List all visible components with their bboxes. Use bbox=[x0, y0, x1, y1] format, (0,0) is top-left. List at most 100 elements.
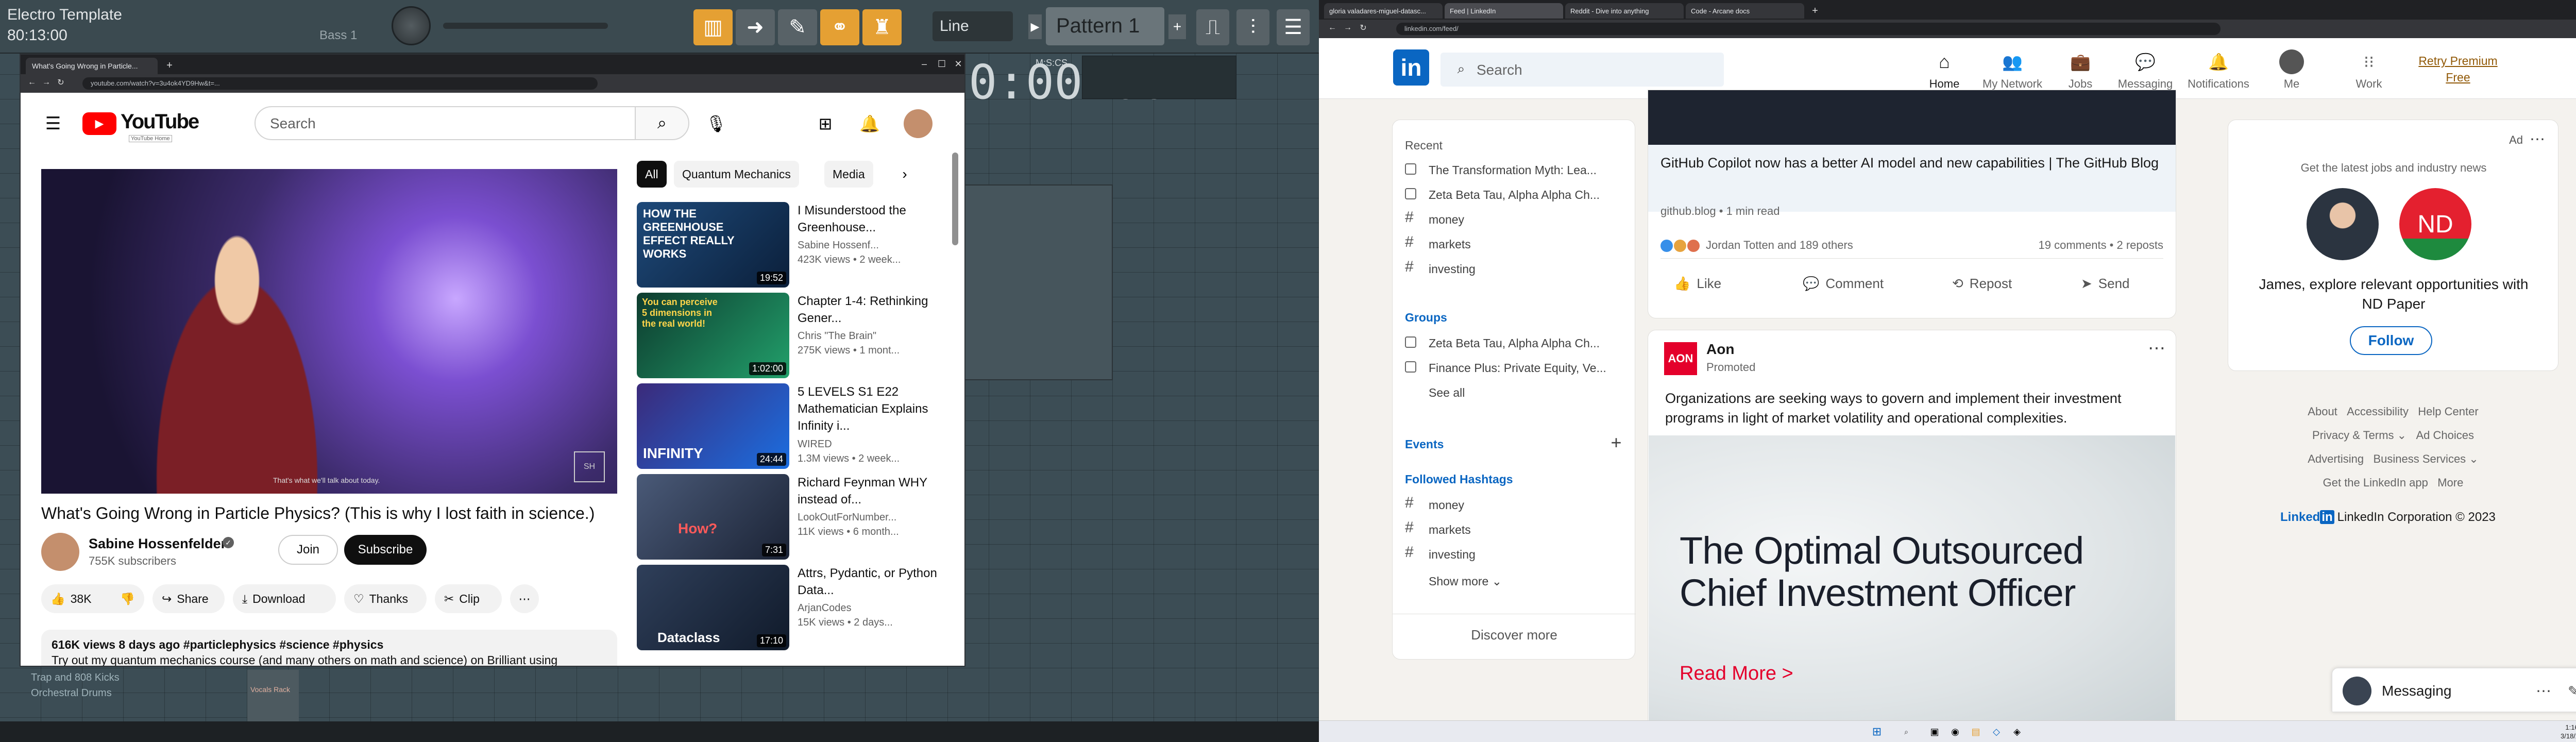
thumbs-down-icon[interactable]: 👎 bbox=[120, 592, 135, 606]
description-box[interactable]: 616K views 8 days ago #particlephysics #… bbox=[41, 630, 617, 666]
recent-item[interactable]: money bbox=[1429, 213, 1614, 227]
recent-item[interactable]: Zeta Beta Tau, Alpha Alpha Ch... bbox=[1429, 188, 1614, 202]
more-options-icon[interactable]: ⋯ bbox=[2533, 682, 2554, 700]
premium-link[interactable]: Retry Premium Free bbox=[2414, 53, 2502, 86]
hashtag-item[interactable]: money bbox=[1429, 498, 1614, 512]
group-item[interactable]: Finance Plus: Private Equity, Ve... bbox=[1429, 361, 1614, 375]
post-image[interactable] bbox=[1648, 90, 2176, 145]
jobs-icon[interactable]: 💼 bbox=[2068, 49, 2093, 74]
browser-tab-linkedin[interactable]: Feed | LinkedIn bbox=[1445, 3, 1563, 19]
read-more-link[interactable]: Read More > bbox=[1680, 663, 1793, 685]
home-icon[interactable]: ⌂ bbox=[1932, 49, 1957, 74]
reload-icon[interactable]: ↻ bbox=[55, 76, 67, 89]
stamp-icon[interactable]: ♜ bbox=[862, 9, 902, 45]
recent-item[interactable]: markets bbox=[1429, 238, 1614, 251]
like-action[interactable]: 👍 Like bbox=[1674, 276, 1721, 292]
chrome-icon[interactable]: ◉ bbox=[1947, 724, 1963, 739]
recommended-video[interactable]: Dataclass 17:10 Attrs, Pydantic, or Pytho… bbox=[637, 565, 964, 652]
join-button[interactable]: Join bbox=[278, 535, 338, 565]
recent-item[interactable]: investing bbox=[1429, 262, 1614, 276]
back-icon[interactable]: ← bbox=[26, 76, 38, 89]
see-all-link[interactable]: See all bbox=[1429, 386, 1532, 400]
add-event-icon[interactable]: + bbox=[1606, 432, 1626, 453]
close-icon[interactable]: ✕ bbox=[951, 57, 964, 71]
search-input[interactable]: Search bbox=[255, 106, 636, 140]
account-avatar[interactable] bbox=[904, 109, 933, 138]
pattern-selector[interactable]: Pattern 1 bbox=[1046, 7, 1164, 45]
channel-avatar[interactable] bbox=[41, 533, 79, 571]
url-field[interactable]: youtube.com/watch?v=3u4ok4YD9Hw&t=... bbox=[82, 77, 598, 90]
minimize-icon[interactable]: – bbox=[917, 57, 931, 71]
recommended-video[interactable]: How? 7:31 Richard Feynman WHY instead of.… bbox=[637, 474, 964, 562]
arrow-icon[interactable]: ➜ bbox=[736, 9, 775, 45]
subscribe-button[interactable]: Subscribe bbox=[344, 535, 427, 565]
fl-channel-slot[interactable] bbox=[247, 670, 299, 721]
thumbnail[interactable]: How? 7:31 bbox=[637, 474, 789, 560]
nav-jobs[interactable]: Jobs bbox=[2049, 77, 2111, 91]
thumbnail[interactable]: INFINITY 24:44 bbox=[637, 383, 789, 469]
more-options-icon[interactable]: ⋯ bbox=[2527, 130, 2548, 148]
footer-link[interactable]: More bbox=[2437, 476, 2463, 489]
piano-roll-icon[interactable]: ▥ bbox=[693, 9, 733, 45]
thumbnail[interactable]: You can perceive 5 dimensions in the rea… bbox=[637, 293, 789, 378]
messaging-icon[interactable]: 💬 bbox=[2133, 49, 2158, 74]
microphone-icon[interactable]: 🎙 bbox=[702, 109, 731, 138]
browser-tab[interactable]: Reddit - Dive into anything bbox=[1565, 3, 1684, 19]
vscode-icon[interactable]: ◇ bbox=[1989, 724, 2004, 739]
forward-icon[interactable]: → bbox=[1342, 22, 1354, 34]
footer-link[interactable]: Privacy & Terms bbox=[2312, 429, 2394, 442]
link-icon[interactable]: ⚭ bbox=[820, 9, 859, 45]
chip-quantum-mechanics[interactable]: Quantum Mechanics bbox=[674, 161, 799, 188]
network-icon[interactable]: 👥 bbox=[2000, 49, 2025, 74]
fl-channel-item[interactable]: Orchestral Drums bbox=[31, 685, 120, 701]
footer-link[interactable]: Help Center bbox=[2418, 405, 2478, 418]
recommended-video[interactable]: HOW THE GREENHOUSE EFFECT REALLY WORKS 19… bbox=[637, 202, 964, 290]
new-tab-icon[interactable]: + bbox=[1808, 4, 1822, 18]
thanks-button[interactable]: ♡ Thanks bbox=[344, 584, 427, 613]
reaction-count[interactable]: Jordan Totten and 189 others bbox=[1706, 239, 1853, 252]
browser-tab-youtube[interactable]: What's Going Wrong in Particle... bbox=[26, 58, 158, 74]
fl-channel-item[interactable]: Trap and 808 Kicks bbox=[31, 670, 120, 685]
add-pattern-icon[interactable]: + bbox=[1168, 14, 1186, 39]
download-button[interactable]: ⤓ Download bbox=[233, 584, 336, 613]
article-title[interactable]: GitHub Copilot now has a better AI model… bbox=[1660, 153, 2165, 173]
channel-watermark-icon[interactable]: SH bbox=[574, 451, 605, 482]
search-icon[interactable]: ⌕ bbox=[635, 106, 689, 140]
nav-work[interactable]: Work bbox=[2338, 77, 2400, 91]
recent-item[interactable]: The Transformation Myth: Lea... bbox=[1429, 163, 1614, 177]
repost-action[interactable]: ⟲ Repost bbox=[1952, 276, 2012, 292]
grid-icon[interactable]: ⁝⁝ bbox=[2357, 49, 2381, 74]
aon-logo-icon[interactable]: AON bbox=[1664, 342, 1697, 375]
page-scrollbar[interactable] bbox=[952, 153, 958, 245]
hashtag-item[interactable]: investing bbox=[1429, 548, 1614, 562]
like-button[interactable]: 👍 38K 👎 bbox=[41, 584, 144, 613]
recommended-video[interactable]: You can perceive 5 dimensions in the rea… bbox=[637, 293, 964, 380]
messaging-panel[interactable]: Messaging ⋯ ✎ ⌃ bbox=[2332, 668, 2576, 712]
send-action[interactable]: ➤ Send bbox=[2081, 276, 2130, 292]
advertiser-name[interactable]: Aon bbox=[1706, 341, 1734, 358]
footer-link[interactable]: Business Services bbox=[2373, 452, 2466, 465]
reaction-icons[interactable] bbox=[1660, 240, 1700, 252]
follow-button[interactable]: Follow bbox=[2350, 326, 2432, 355]
thumbnail[interactable]: Dataclass 17:10 bbox=[637, 565, 789, 650]
chip-media[interactable]: Media bbox=[824, 161, 873, 188]
footer-link[interactable]: Get the LinkedIn app bbox=[2323, 476, 2428, 489]
chip-all[interactable]: All bbox=[637, 161, 667, 188]
linkedin-logo-icon[interactable]: in bbox=[1393, 49, 1429, 86]
groups-heading[interactable]: Groups bbox=[1405, 311, 1447, 325]
nav-messaging[interactable]: Messaging bbox=[2114, 77, 2176, 91]
events-heading[interactable]: Events bbox=[1405, 437, 1444, 451]
thumbnail[interactable]: HOW THE GREENHOUSE EFFECT REALLY WORKS 19… bbox=[637, 202, 789, 288]
brush-icon[interactable]: ✎ bbox=[778, 9, 817, 45]
browser-tab[interactable]: gloria valadares-miguel-datasc... bbox=[1324, 3, 1443, 19]
reload-icon[interactable]: ↻ bbox=[1357, 22, 1369, 34]
maximize-icon[interactable]: ☐ bbox=[935, 57, 949, 71]
windows-start-icon[interactable]: ⊞ bbox=[1869, 724, 1885, 739]
file-explorer-icon[interactable]: ▤ bbox=[1968, 724, 1984, 739]
more-actions-icon[interactable]: ⋯ bbox=[510, 584, 539, 613]
bell-icon[interactable]: 🔔 bbox=[2206, 49, 2231, 74]
youtube-logo-icon[interactable]: ▶ bbox=[82, 112, 116, 135]
back-icon[interactable]: ← bbox=[1326, 22, 1338, 34]
playlist-icon[interactable]: ☰ bbox=[1277, 9, 1310, 45]
compose-icon[interactable]: ✎ bbox=[2563, 682, 2576, 700]
